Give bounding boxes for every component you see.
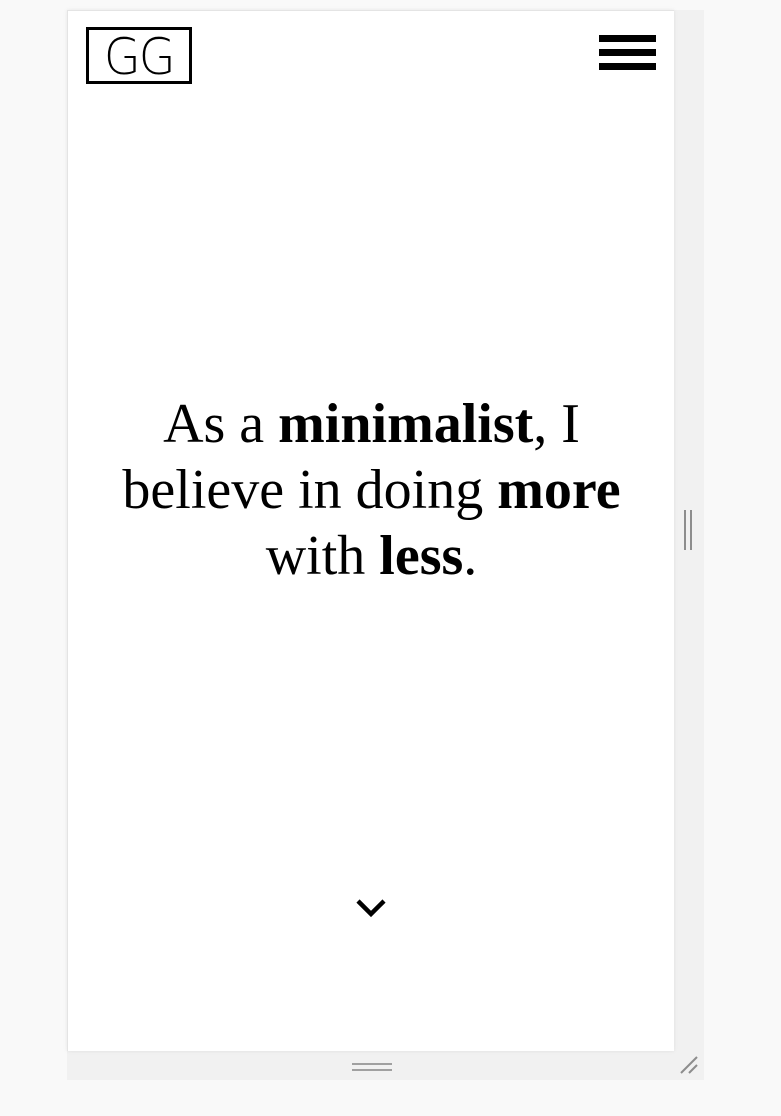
horizontal-resize-handle-icon[interactable] bbox=[352, 1060, 392, 1072]
emphasis-less: less bbox=[379, 525, 464, 587]
hamburger-menu-icon[interactable] bbox=[599, 35, 656, 71]
menu-bar bbox=[599, 63, 656, 70]
corner-resize-handle-icon[interactable] bbox=[678, 1054, 700, 1076]
menu-bar bbox=[599, 35, 656, 42]
vertical-resize-handle-icon[interactable] bbox=[684, 510, 694, 550]
chevron-down-icon[interactable] bbox=[355, 895, 387, 919]
menu-bar bbox=[599, 49, 656, 56]
emphasis-minimalist: minimalist bbox=[278, 393, 534, 455]
responsive-viewport: GG As a minimalist, I believe in doing m… bbox=[67, 10, 674, 1051]
headline-line-3: with less. bbox=[265, 525, 478, 587]
headline-line-1: As a minimalist, I bbox=[163, 393, 580, 455]
headline-line-2: believe in doing more bbox=[122, 459, 621, 521]
site-logo[interactable]: GG bbox=[86, 27, 192, 84]
hero-headline: As a minimalist, I believe in doing more… bbox=[68, 391, 675, 589]
emphasis-more: more bbox=[497, 459, 621, 521]
logo-text: GG bbox=[104, 27, 176, 86]
